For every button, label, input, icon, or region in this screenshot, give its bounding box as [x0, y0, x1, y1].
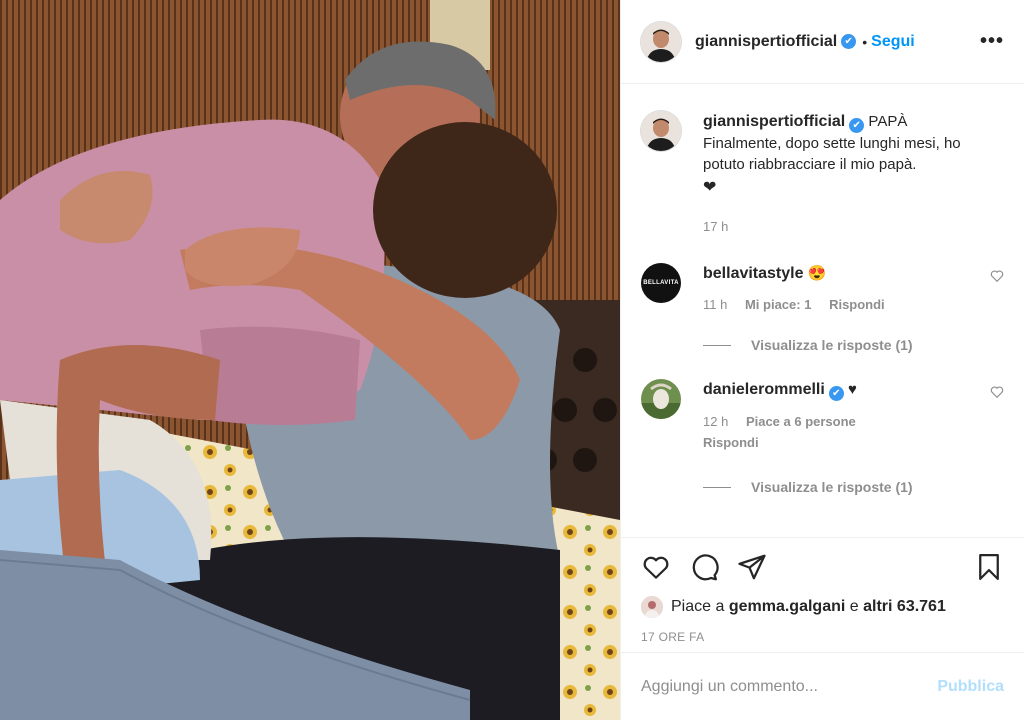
liker-avatar[interactable]	[641, 596, 663, 618]
comment-time: 11 h	[703, 297, 728, 312]
header-user-block: giannispertiofficial ✔ • Segui	[695, 33, 915, 51]
comment-meta: 11 h Mi piace: 1 Rispondi	[703, 294, 980, 315]
share-paper-plane-icon[interactable]	[737, 552, 767, 582]
view-replies-label: Visualizza le risposte (1)	[751, 479, 913, 495]
comments-list[interactable]: giannispertiofficial ✔ PAPÀ Finalmente, d…	[621, 85, 1024, 537]
separator-dot: •	[862, 33, 868, 50]
comment-text-block: bellavitastyle 😍	[703, 263, 980, 284]
caption-time: 17 h	[703, 219, 729, 234]
comment-bubble-icon[interactable]	[689, 552, 719, 582]
post-photo[interactable]	[0, 0, 620, 720]
post-detail-panel: giannispertiofficial ✔ • Segui ••• giann…	[620, 0, 1024, 720]
danielerommelli-avatar-image	[641, 379, 681, 419]
comment-avatar-danielerommelli[interactable]	[641, 379, 681, 419]
photo-father-son-hug	[0, 0, 620, 720]
caption-body: giannispertiofficial ✔ PAPÀ Finalmente, d…	[703, 111, 1004, 237]
save-bookmark-icon[interactable]	[974, 552, 1004, 582]
replies-line	[703, 486, 731, 488]
comment-input[interactable]	[641, 677, 938, 696]
post-header: giannispertiofficial ✔ • Segui •••	[621, 0, 1024, 84]
likes-user[interactable]: gemma.galgani	[729, 598, 845, 616]
likes-others[interactable]: altri 63.761	[863, 598, 946, 616]
liker-avatar-image	[641, 596, 663, 618]
caption-avatar-image	[641, 111, 681, 151]
comment-row: danielerommelli ✔ ♥ 12 h Piace a 6 person…	[641, 379, 1004, 453]
comment-body: bellavitastyle 😍 11 h Mi piace: 1 Rispon…	[703, 263, 980, 315]
caption-verified-icon: ✔	[849, 118, 865, 133]
view-replies-label: Visualizza le risposte (1)	[751, 337, 913, 353]
caption-text-block: giannispertiofficial ✔ PAPÀ Finalmente, d…	[703, 111, 1004, 175]
comment-body: danielerommelli ✔ ♥ 12 h Piace a 6 person…	[703, 379, 980, 453]
comment-text-block: danielerommelli ✔ ♥	[703, 379, 980, 401]
verified-badge-icon: ✔	[841, 34, 857, 49]
comment-row: BELLAVITA bellavitastyle 😍 11 h Mi piace…	[641, 263, 1004, 315]
like-heart-icon[interactable]	[641, 552, 671, 582]
likes-summary[interactable]: Piace a gemma.galgani e altri 63.761	[641, 596, 1004, 618]
comment-avatar-bellavitastyle[interactable]: BELLAVITA	[641, 263, 681, 303]
comment-username[interactable]: danielerommelli	[703, 381, 825, 398]
author-avatar-image	[641, 21, 681, 62]
bellavita-logo-text: BELLAVITA	[643, 280, 679, 286]
likes-connector: e	[849, 598, 859, 615]
caption-username[interactable]: giannispertiofficial	[703, 113, 845, 130]
comment-text: ♥	[848, 381, 857, 398]
comment-verified-icon: ✔	[828, 386, 844, 401]
comment-meta: 12 h Piace a 6 persone Rispondi	[703, 411, 980, 453]
caption-row: giannispertiofficial ✔ PAPÀ Finalmente, d…	[641, 111, 1004, 237]
view-replies-link[interactable]: Visualizza le risposte (1)	[703, 337, 1004, 353]
comment-username[interactable]: bellavitastyle	[703, 265, 804, 282]
comment-text: 😍	[807, 265, 827, 282]
publish-button[interactable]: Pubblica	[937, 678, 1004, 696]
comment-likes[interactable]: Piace a 6 persone	[746, 414, 856, 429]
likes-prefix: Piace a	[671, 598, 725, 615]
caption-avatar[interactable]	[641, 111, 681, 151]
comment-likes[interactable]: Mi piace: 1	[745, 297, 811, 312]
author-avatar[interactable]	[641, 21, 681, 62]
add-comment-bar: Pubblica	[621, 652, 1024, 720]
more-options-icon[interactable]: •••	[980, 30, 1004, 53]
post-date: 17 ORE FA	[641, 630, 705, 644]
comment-like-heart-icon[interactable]	[990, 385, 1004, 399]
follow-button[interactable]: Segui	[871, 33, 915, 51]
post-actions: Piace a gemma.galgani e altri 63.761 17 …	[621, 537, 1024, 652]
reply-button[interactable]: Rispondi	[703, 435, 759, 450]
comment-time: 12 h	[703, 414, 729, 429]
caption-heart-emoji: ❤	[703, 179, 717, 196]
reply-button[interactable]: Rispondi	[829, 297, 885, 312]
view-replies-link[interactable]: Visualizza le risposte (1)	[703, 479, 1004, 495]
author-username[interactable]: giannispertiofficial	[695, 33, 837, 51]
action-icons-row	[641, 538, 1004, 596]
replies-line	[703, 344, 731, 346]
comment-like-heart-icon[interactable]	[990, 269, 1004, 283]
